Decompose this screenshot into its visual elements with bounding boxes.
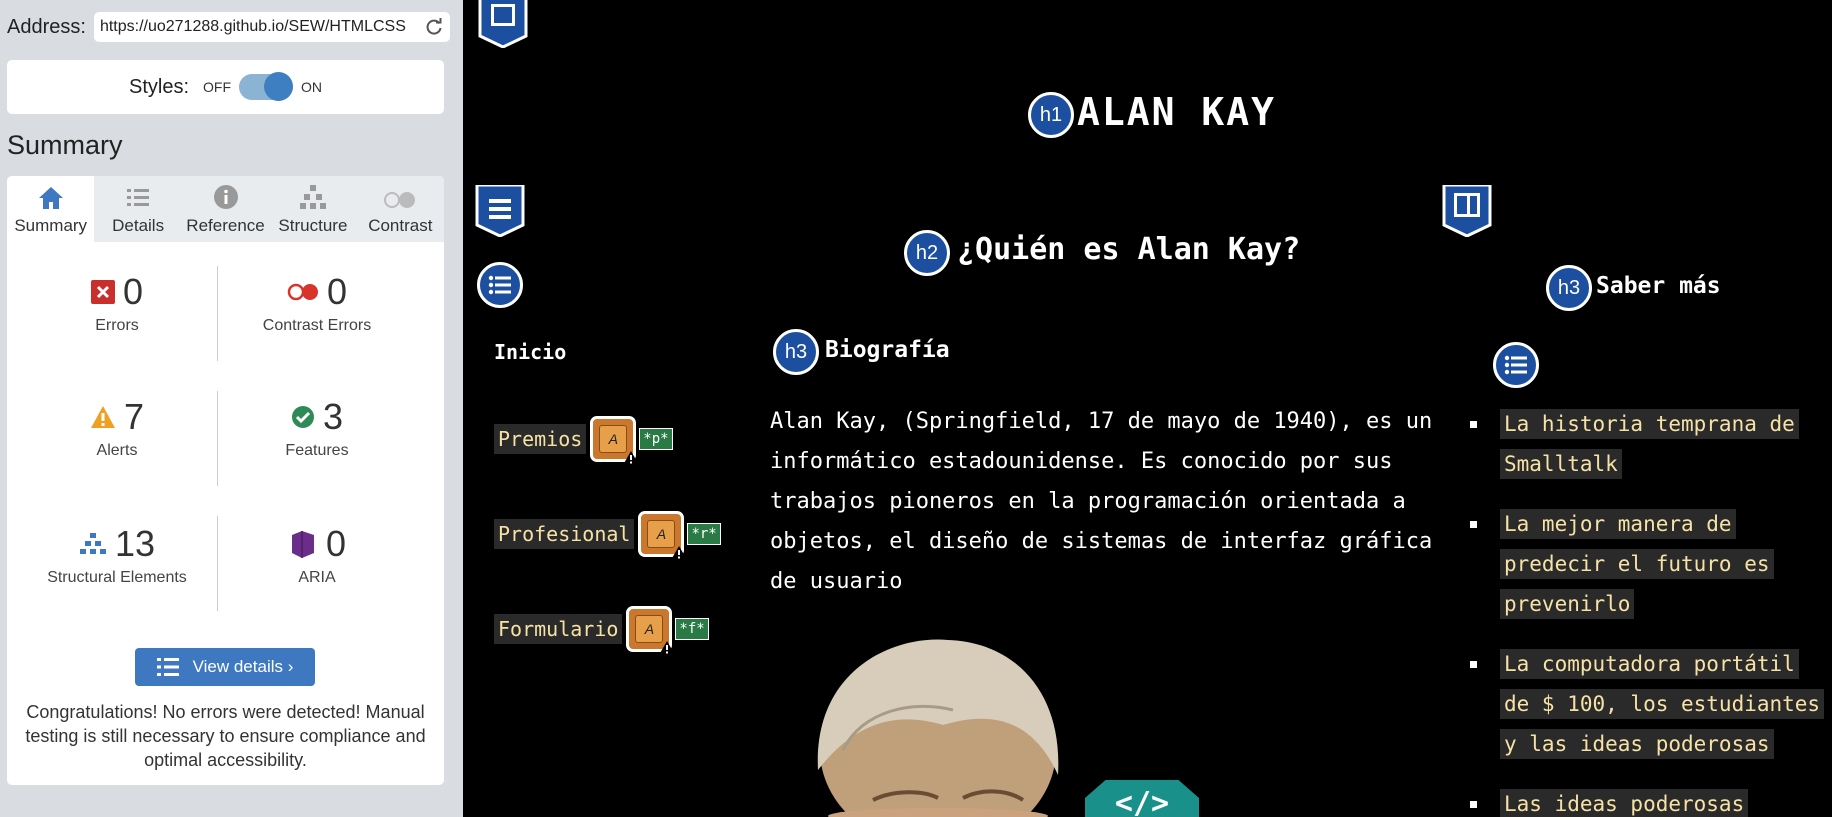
nav-link-premios[interactable]: Premios — [494, 424, 587, 454]
contrast-errors-stat[interactable]: 0 Contrast Errors — [217, 271, 417, 335]
error-icon — [90, 280, 115, 304]
congrats-message: Congratulations! No errors were detected… — [25, 702, 426, 770]
h3-more-badge: h3 — [1546, 265, 1592, 311]
info-icon — [213, 185, 238, 209]
page-content: h1 ALAN KAY h2 ¿Quién es Alan Kay? h3 Sa… — [463, 0, 1832, 817]
features-stat[interactable]: 3 Features — [217, 396, 417, 460]
aria-count: 0 — [325, 523, 347, 564]
h3-bio-badge: h3 — [773, 329, 819, 375]
alan-kay-photo — [817, 639, 1059, 817]
list-item[interactable]: La mejor manera de predecir el futuro es… — [1468, 504, 1828, 624]
aria-stat[interactable]: 0 ARIA — [217, 523, 417, 587]
link-computadora-portatil[interactable]: La computadora portátil de $ 100, los es… — [1500, 649, 1825, 759]
contrast-icon — [384, 192, 416, 208]
nav-item-formulario[interactable]: Formulario A *f* — [494, 606, 709, 655]
list-icon — [127, 189, 150, 206]
link-ideas-poderosas[interactable]: Las ideas poderosas — [1500, 789, 1749, 817]
tab-structure-label: Structure — [278, 216, 348, 235]
tab-summary[interactable]: Summary — [7, 176, 95, 242]
nav-list-icon — [477, 262, 523, 308]
errors-label: Errors — [95, 317, 139, 334]
bio-paragraph: Alan Kay, (Springfield, 17 de mayo de 19… — [770, 409, 1433, 594]
saber-mas-list: La historia temprana de Smalltalk La mej… — [1468, 404, 1828, 817]
errors-count: 0 — [122, 271, 144, 312]
list-icon — [156, 658, 179, 676]
summary-heading: Summary — [7, 130, 123, 160]
accesskey-tag-f: *f* — [675, 618, 709, 640]
link-predecir-futuro[interactable]: La mejor manera de predecir el futuro es… — [1500, 509, 1774, 619]
link-historia-smalltalk[interactable]: La historia temprana de Smalltalk — [1500, 409, 1799, 479]
address-input[interactable]: https://uo271288.github.io/SEW/HTMLCSS — [100, 18, 424, 36]
alerts-count: 7 — [123, 396, 145, 437]
tab-reference[interactable]: Reference — [182, 176, 269, 242]
biografia-heading: Biografía — [825, 337, 950, 363]
list-item[interactable]: La computadora portátil de $ 100, los es… — [1468, 644, 1828, 764]
tab-structure[interactable]: Structure — [269, 176, 356, 242]
address-label: Address: — [7, 15, 86, 38]
view-details-button[interactable]: View details › — [135, 648, 315, 686]
features-count: 3 — [322, 396, 344, 437]
accesskey-alert-icon: A — [626, 606, 676, 655]
aside-list-icon — [1493, 342, 1539, 388]
accesskey-tag-p: *p* — [639, 428, 673, 450]
errors-stat[interactable]: 0 Errors — [17, 271, 217, 335]
styles-on-label: ON — [301, 79, 323, 95]
list-item[interactable]: La historia temprana de Smalltalk — [1468, 404, 1828, 484]
panel-tabs: Summary Details Reference Structure Cont… — [7, 176, 444, 242]
styles-off-label: OFF — [203, 79, 232, 95]
alerts-stat[interactable]: 7 Alerts — [17, 396, 217, 460]
wave-panel: Address: https://uo271288.github.io/SEW/… — [0, 0, 463, 817]
structural-count: 13 — [114, 523, 156, 564]
main-region-icon — [475, 185, 525, 237]
page-title: ALAN KAY — [1077, 90, 1277, 134]
check-icon — [291, 406, 314, 428]
home-icon — [38, 187, 63, 209]
accesskey-alert-icon: A — [638, 511, 688, 560]
aria-label: ARIA — [298, 569, 336, 586]
contrast-errors-label: Contrast Errors — [262, 317, 372, 334]
structure-icon — [79, 533, 106, 554]
list-item[interactable]: Las ideas poderosas — [1468, 784, 1828, 817]
nav-item-premios[interactable]: Premios A *p* — [494, 416, 673, 465]
tab-summary-label: Summary — [14, 216, 88, 235]
nav-link-formulario[interactable]: Formulario — [494, 614, 623, 644]
alert-icon — [90, 406, 115, 428]
hierarchy-icon — [299, 185, 326, 209]
alerts-label: Alerts — [96, 442, 138, 459]
tab-reference-label: Reference — [186, 216, 265, 235]
contrast-errors-count: 0 — [326, 271, 348, 312]
tab-contrast-label: Contrast — [368, 216, 433, 235]
aria-cube-icon — [291, 531, 314, 558]
styles-toggle-card: Styles: OFF ON — [7, 60, 444, 114]
nav-item-profesional[interactable]: Profesional A *r* — [494, 511, 721, 560]
styles-label: Styles: — [128, 75, 190, 98]
aside-region-icon — [1442, 185, 1492, 237]
nav-link-profesional[interactable]: Profesional — [494, 519, 635, 549]
tab-details-label: Details — [112, 216, 165, 235]
header-region-icon — [478, 0, 528, 48]
tab-details[interactable]: Details — [94, 176, 181, 242]
accesskey-alert-icon: A — [590, 416, 640, 465]
nav-title: Inicio — [494, 340, 567, 364]
reload-icon[interactable] — [424, 17, 444, 37]
section-heading: ¿Quién es Alan Kay? — [957, 232, 1301, 267]
saber-mas-heading: Saber más — [1596, 273, 1721, 299]
structural-stat[interactable]: 13 Structural Elements — [17, 523, 217, 587]
structural-label: Structural Elements — [47, 569, 187, 586]
view-details-label: View details › — [192, 657, 294, 676]
contrast-error-icon — [287, 283, 318, 301]
accesskey-tag-r: *r* — [687, 523, 721, 545]
summary-card: Summary Details Reference Structure Cont… — [7, 176, 444, 785]
code-badge-icon: </> — [1085, 780, 1199, 817]
address-bar: Address: https://uo271288.github.io/SEW/… — [7, 12, 450, 42]
h1-badge: h1 — [1028, 92, 1074, 138]
h2-badge: h2 — [904, 230, 950, 276]
styles-toggle[interactable] — [239, 72, 294, 101]
features-label: Features — [285, 442, 349, 459]
tab-contrast[interactable]: Contrast — [357, 176, 444, 242]
address-field[interactable]: https://uo271288.github.io/SEW/HTMLCSS — [93, 12, 450, 42]
